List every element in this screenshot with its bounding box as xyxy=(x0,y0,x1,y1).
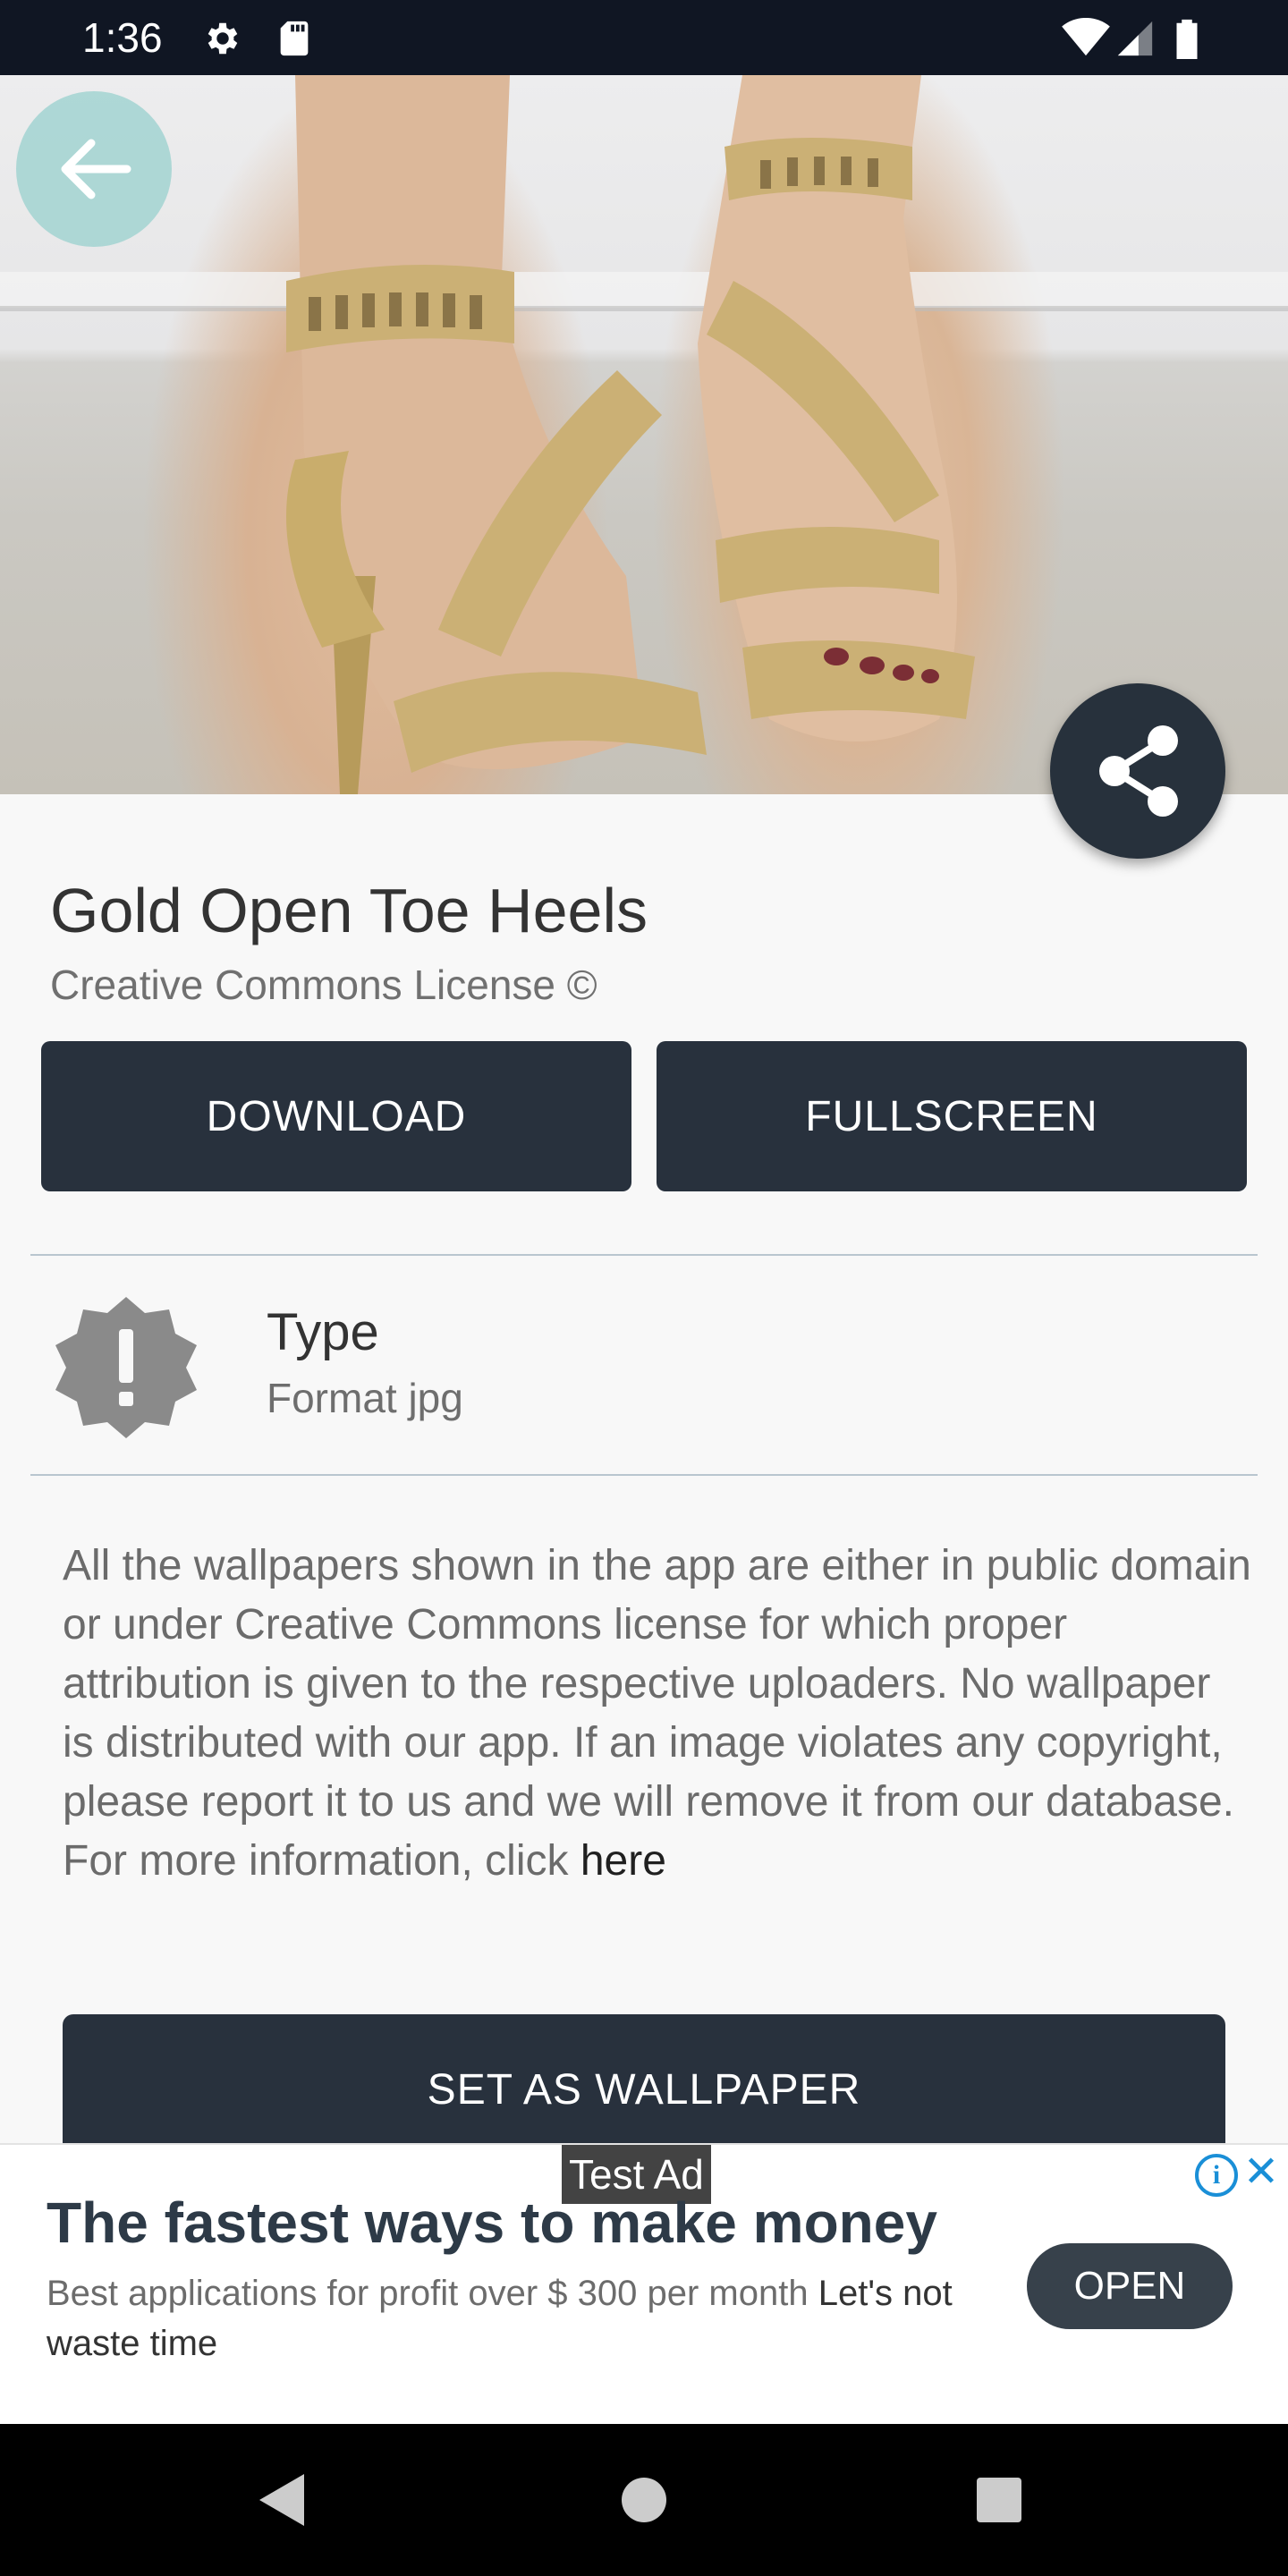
license-label: Creative Commons License © xyxy=(50,962,597,1008)
arrow-left-icon xyxy=(61,139,131,199)
signal-icon xyxy=(1117,21,1153,56)
divider xyxy=(30,1474,1258,1476)
status-bar: 1:36 xyxy=(0,0,1288,75)
ad-banner[interactable]: Test Ad i ✕ The fastest ways to make mon… xyxy=(0,2143,1288,2426)
more-info-link[interactable]: here xyxy=(580,1837,666,1885)
gear-icon xyxy=(208,22,238,55)
disclaimer-body: All the wallpapers shown in the app are … xyxy=(63,1542,1251,1885)
status-time: 1:36 xyxy=(82,14,163,61)
recents-square-icon[interactable] xyxy=(968,2469,1030,2531)
alert-badge-icon xyxy=(55,1297,197,1438)
system-nav-bar xyxy=(0,2424,1288,2576)
share-button[interactable] xyxy=(1050,683,1225,859)
info-type-label: Type xyxy=(267,1303,379,1361)
share-icon xyxy=(1099,725,1178,817)
battery-icon xyxy=(1176,19,1198,59)
back-triangle-icon[interactable] xyxy=(252,2469,315,2531)
sd-card-icon xyxy=(280,21,309,56)
ad-body-text: Best applications for profit over $ 300 … xyxy=(47,2274,809,2313)
wifi-icon xyxy=(1062,18,1110,56)
ad-body: Best applications for profit over $ 300 … xyxy=(47,2268,977,2368)
home-circle-icon[interactable] xyxy=(613,2469,675,2531)
download-button[interactable]: DOWNLOAD xyxy=(41,1041,631,1191)
info-type-value: Format jpg xyxy=(267,1375,463,1421)
fullscreen-button[interactable]: FULLSCREEN xyxy=(657,1041,1247,1191)
info-icon[interactable]: i xyxy=(1195,2154,1238,2197)
divider xyxy=(30,1254,1258,1256)
disclaimer-text: All the wallpapers shown in the app are … xyxy=(63,1537,1252,1891)
ad-headline[interactable]: The fastest ways to make money xyxy=(47,2190,937,2256)
ad-open-button[interactable]: OPEN xyxy=(1027,2243,1233,2329)
back-button[interactable] xyxy=(16,91,172,247)
wallpaper-title: Gold Open Toe Heels xyxy=(50,876,648,945)
close-icon[interactable]: ✕ xyxy=(1241,2150,1281,2193)
